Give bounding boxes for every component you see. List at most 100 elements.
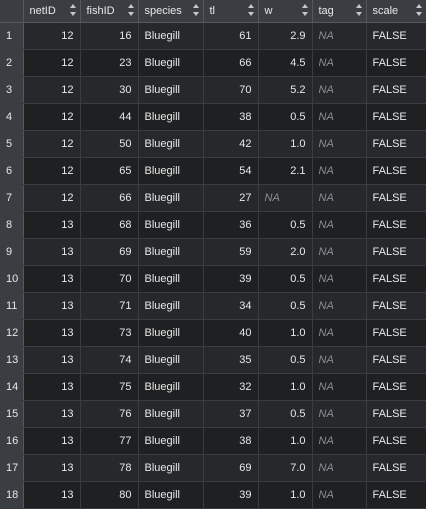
table-row: 9 13 69 Bluegill 59 2.0 NA FALSE: [0, 238, 426, 266]
table-row: 5 12 50 Bluegill 42 1.0 NA FALSE: [0, 130, 426, 158]
cell-tag: NA: [312, 346, 367, 374]
table-row: 15 13 76 Bluegill 37 0.5 NA FALSE: [0, 400, 426, 428]
cell-fishID: 77: [80, 427, 139, 455]
cell-species: Bluegill: [138, 22, 204, 50]
cell-tag: NA: [312, 211, 367, 239]
cell-species: Bluegill: [138, 238, 204, 266]
table-row: 3 12 30 Bluegill 70 5.2 NA FALSE: [0, 76, 426, 104]
cell-tag: NA: [312, 157, 367, 185]
cell-w: 7.0: [258, 454, 313, 482]
cell-scale: FALSE: [366, 211, 426, 239]
cell-tag: NA: [312, 238, 367, 266]
cell-netID: 13: [23, 481, 81, 509]
cell-w: NA: [258, 184, 313, 212]
table-row: 2 12 23 Bluegill 66 4.5 NA FALSE: [0, 49, 426, 77]
cell-scale: FALSE: [366, 373, 426, 401]
table-row: 11 13 71 Bluegill 34 0.5 NA FALSE: [0, 292, 426, 320]
cell-species: Bluegill: [138, 346, 204, 374]
cell-w: 1.0: [258, 319, 313, 347]
cell-fishID: 76: [80, 400, 139, 428]
table-row: 14 13 75 Bluegill 32 1.0 NA FALSE: [0, 373, 426, 401]
cell-w: 2.1: [258, 157, 313, 185]
cell-netID: 13: [23, 373, 81, 401]
cell-w: 0.5: [258, 346, 313, 374]
column-header-scale[interactable]: scale: [366, 0, 426, 23]
column-header-species[interactable]: species: [138, 0, 204, 23]
row-number: 7: [0, 184, 24, 212]
column-header-tag[interactable]: tag: [312, 0, 367, 23]
cell-scale: FALSE: [366, 22, 426, 50]
table-row: 4 12 44 Bluegill 38 0.5 NA FALSE: [0, 103, 426, 131]
cell-species: Bluegill: [138, 184, 204, 212]
cell-scale: FALSE: [366, 76, 426, 104]
sort-icon[interactable]: [192, 3, 199, 17]
cell-species: Bluegill: [138, 103, 204, 131]
cell-fishID: 70: [80, 265, 139, 293]
table-row: 1 12 16 Bluegill 61 2.9 NA FALSE: [0, 22, 426, 50]
cell-tl: 70: [203, 76, 259, 104]
table-row: 13 13 74 Bluegill 35 0.5 NA FALSE: [0, 346, 426, 374]
cell-scale: FALSE: [366, 130, 426, 158]
cell-tag: NA: [312, 319, 367, 347]
column-header-tl[interactable]: tl: [203, 0, 259, 23]
cell-species: Bluegill: [138, 292, 204, 320]
cell-scale: FALSE: [366, 238, 426, 266]
column-header-label: w: [264, 5, 273, 17]
cell-species: Bluegill: [138, 157, 204, 185]
cell-netID: 13: [23, 292, 81, 320]
row-number: 4: [0, 103, 24, 131]
cell-tag: NA: [312, 103, 367, 131]
cell-scale: FALSE: [366, 454, 426, 482]
cell-tl: 36: [203, 211, 259, 239]
row-number: 17: [0, 454, 24, 482]
sort-icon[interactable]: [69, 3, 76, 17]
cell-species: Bluegill: [138, 211, 204, 239]
row-number: 10: [0, 265, 24, 293]
sort-icon[interactable]: [355, 3, 362, 17]
header-row: netID fishID species tl w tag scale: [0, 0, 426, 23]
column-header-netID[interactable]: netID: [23, 0, 81, 23]
cell-w: 0.5: [258, 400, 313, 428]
column-header-w[interactable]: w: [258, 0, 313, 23]
table-row: 17 13 78 Bluegill 69 7.0 NA FALSE: [0, 454, 426, 482]
cell-fishID: 44: [80, 103, 139, 131]
cell-netID: 12: [23, 157, 81, 185]
cell-w: 2.0: [258, 238, 313, 266]
cell-fishID: 74: [80, 346, 139, 374]
row-number: 1: [0, 22, 24, 50]
cell-species: Bluegill: [138, 373, 204, 401]
column-header-label: tl: [209, 5, 216, 17]
cell-scale: FALSE: [366, 103, 426, 131]
cell-netID: 13: [23, 238, 81, 266]
cell-species: Bluegill: [138, 319, 204, 347]
table-row: 12 13 73 Bluegill 40 1.0 NA FALSE: [0, 319, 426, 347]
row-number: 16: [0, 427, 24, 455]
cell-fishID: 75: [80, 373, 139, 401]
column-header-fishID[interactable]: fishID: [80, 0, 139, 23]
cell-w: 1.0: [258, 427, 313, 455]
cell-species: Bluegill: [138, 130, 204, 158]
sort-icon[interactable]: [415, 3, 422, 17]
cell-netID: 13: [23, 346, 81, 374]
row-number: 3: [0, 76, 24, 104]
cell-species: Bluegill: [138, 76, 204, 104]
cell-scale: FALSE: [366, 319, 426, 347]
cell-tl: 54: [203, 157, 259, 185]
cell-w: 4.5: [258, 49, 313, 77]
cell-tl: 34: [203, 292, 259, 320]
cell-w: 0.5: [258, 103, 313, 131]
cell-netID: 12: [23, 130, 81, 158]
cell-tl: 61: [203, 22, 259, 50]
cell-tag: NA: [312, 49, 367, 77]
sort-icon[interactable]: [127, 3, 134, 17]
cell-tag: NA: [312, 184, 367, 212]
cell-tl: 42: [203, 130, 259, 158]
sort-icon[interactable]: [247, 3, 254, 17]
row-number: 11: [0, 292, 24, 320]
cell-species: Bluegill: [138, 427, 204, 455]
sort-icon[interactable]: [301, 3, 308, 17]
row-number: 8: [0, 211, 24, 239]
cell-netID: 13: [23, 400, 81, 428]
cell-fishID: 80: [80, 481, 139, 509]
cell-species: Bluegill: [138, 400, 204, 428]
